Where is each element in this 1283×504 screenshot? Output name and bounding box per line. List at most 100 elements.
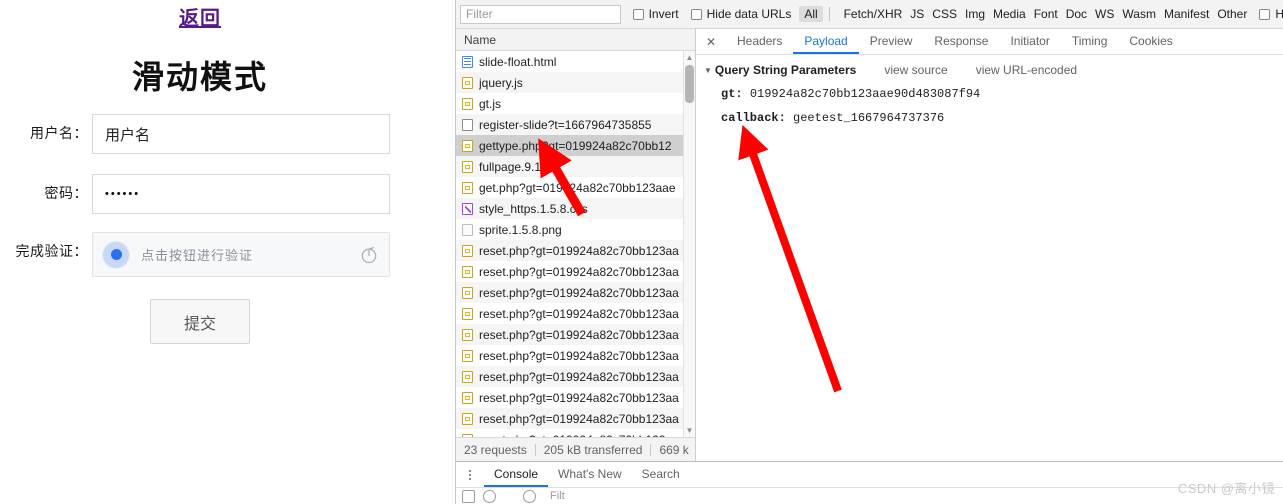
drawer-tab-whats-new[interactable]: What's New xyxy=(548,462,632,487)
tab-headers[interactable]: Headers xyxy=(726,29,793,54)
network-request-row[interactable]: reset.php?gt=019924a82c70bb123aa xyxy=(456,345,695,366)
resource-type-media[interactable]: Media xyxy=(993,7,1026,21)
summary-transferred: 205 kB transferred xyxy=(543,442,643,457)
payload-body: ▼ Query String Parameters view source vi… xyxy=(696,55,1283,125)
has-blocked-cookies-checkbox[interactable]: H xyxy=(1259,7,1283,21)
execution-context-selector[interactable] xyxy=(504,491,515,502)
tab-preview[interactable]: Preview xyxy=(859,29,924,54)
resource-type-ws[interactable]: WS xyxy=(1095,7,1114,21)
network-request-name: slide-float.html xyxy=(479,54,557,69)
js-file-icon xyxy=(462,307,473,320)
network-request-row[interactable]: reset.php?gt=019924a82c70bb123aa xyxy=(456,429,695,437)
payload-param-key: gt: xyxy=(721,87,743,101)
network-request-row[interactable]: sprite.1.5.8.png xyxy=(456,219,695,240)
network-request-row[interactable]: slide-float.html xyxy=(456,51,695,72)
network-request-row[interactable]: reset.php?gt=019924a82c70bb123aa xyxy=(456,408,695,429)
web-page-panel: 返回 滑动模式 用户名： 用户名 密码： •••••• 完成验证： 点击按钮进行… xyxy=(0,0,455,504)
network-request-name: reset.php?gt=019924a82c70bb123aa xyxy=(479,390,679,405)
scroll-down-arrow-icon[interactable]: ▼ xyxy=(684,424,695,437)
hide-data-urls-label: Hide data URLs xyxy=(706,7,792,21)
resource-type-img[interactable]: Img xyxy=(965,7,985,21)
chevron-down-icon[interactable]: ▼ xyxy=(704,66,712,75)
network-request-row[interactable]: register-slide?t=1667964735855 xyxy=(456,114,695,135)
summary-requests: 23 requests xyxy=(464,442,527,457)
network-column-header[interactable]: Name xyxy=(456,29,695,51)
captcha-prompt-text: 点击按钮进行验证 xyxy=(141,248,254,263)
clear-console-icon[interactable] xyxy=(483,489,496,503)
js-file-icon xyxy=(462,160,473,173)
network-request-name: get.php?gt=019924a82c70bb123aae xyxy=(479,180,676,195)
more-options-icon[interactable] xyxy=(462,469,478,480)
view-url-encoded-link[interactable]: view URL-encoded xyxy=(976,63,1077,77)
devtools-drawer: Console What's New Search Filt xyxy=(456,461,1283,504)
network-request-name: reset.php?gt=019924a82c70bb123aa xyxy=(479,411,679,426)
scrollbar-thumb[interactable] xyxy=(685,65,694,103)
resource-type-all[interactable]: All xyxy=(799,6,823,22)
resource-type-js[interactable]: JS xyxy=(910,7,924,21)
drawer-tab-search[interactable]: Search xyxy=(632,462,690,487)
captcha-widget[interactable]: 点击按钮进行验证 xyxy=(92,232,390,277)
js-file-icon xyxy=(462,328,473,341)
network-request-row[interactable]: gettype.php?gt=019924a82c70bb12 xyxy=(456,135,695,156)
resource-type-font[interactable]: Font xyxy=(1034,7,1058,21)
resource-type-doc[interactable]: Doc xyxy=(1066,7,1087,21)
drawer-tab-console[interactable]: Console xyxy=(484,462,549,487)
captcha-radio-icon[interactable] xyxy=(103,241,129,268)
back-link[interactable]: 返回 xyxy=(0,2,400,31)
network-list-scrollbar[interactable]: ▲ ▼ xyxy=(683,51,695,437)
resource-type-other[interactable]: Other xyxy=(1217,7,1247,21)
network-request-row[interactable]: reset.php?gt=019924a82c70bb123aa xyxy=(456,366,695,387)
tab-cookies[interactable]: Cookies xyxy=(1118,29,1183,54)
payload-param-value[interactable]: geetest_1667964737376 xyxy=(793,111,944,125)
summary-resources: 669 k xyxy=(659,442,689,457)
js-file-icon xyxy=(462,391,473,404)
resource-type-wasm[interactable]: Wasm xyxy=(1122,7,1156,21)
invert-checkbox[interactable]: Invert xyxy=(632,7,679,21)
console-filter-input[interactable]: Filt xyxy=(550,490,565,502)
js-file-icon xyxy=(462,181,473,194)
tab-payload[interactable]: Payload xyxy=(793,29,859,54)
username-input[interactable]: 用户名 xyxy=(92,114,390,154)
network-request-row[interactable]: reset.php?gt=019924a82c70bb123aa xyxy=(456,240,695,261)
network-filter-input[interactable]: Filter xyxy=(460,4,621,24)
js-file-icon xyxy=(462,139,473,152)
network-request-row[interactable]: fullpage.9.1.0. xyxy=(456,156,695,177)
resource-type-css[interactable]: CSS xyxy=(932,7,957,21)
refresh-icon[interactable] xyxy=(359,245,379,265)
scroll-up-arrow-icon[interactable]: ▲ xyxy=(684,51,695,64)
network-request-row[interactable]: get.php?gt=019924a82c70bb123aae xyxy=(456,177,695,198)
network-request-row[interactable]: reset.php?gt=019924a82c70bb123aa xyxy=(456,261,695,282)
console-settings-icon[interactable] xyxy=(523,489,536,503)
close-icon[interactable]: ✕ xyxy=(702,33,720,51)
payload-param-value[interactable]: 019924a82c70bb123aae90d483087f94 xyxy=(750,87,980,101)
hide-data-urls-checkbox[interactable]: Hide data URLs xyxy=(690,7,792,21)
network-rows-container[interactable]: slide-float.html jquery.js gt.js register-s… xyxy=(456,51,695,437)
network-request-name: gettype.php?gt=019924a82c70bb12 xyxy=(479,138,672,153)
tab-response[interactable]: Response xyxy=(923,29,999,54)
resource-type-manifest[interactable]: Manifest xyxy=(1164,7,1209,21)
submit-row: 提交 xyxy=(0,299,400,344)
network-request-row[interactable]: gt.js xyxy=(456,93,695,114)
network-request-row[interactable]: jquery.js xyxy=(456,72,695,93)
query-string-parameters-header[interactable]: ▼ Query String Parameters view source vi… xyxy=(704,63,1283,77)
payload-param-key: callback: xyxy=(721,111,786,125)
view-source-link[interactable]: view source xyxy=(884,63,947,77)
console-sidebar-icon[interactable] xyxy=(462,489,475,503)
js-file-icon xyxy=(462,349,473,362)
network-request-row[interactable]: reset.php?gt=019924a82c70bb123aa xyxy=(456,303,695,324)
resource-type-fetch-xhr[interactable]: Fetch/XHR xyxy=(844,7,903,21)
network-request-row[interactable]: reset.php?gt=019924a82c70bb123aa xyxy=(456,282,695,303)
username-row: 用户名： 用户名 xyxy=(0,114,420,154)
submit-button[interactable]: 提交 xyxy=(150,299,250,344)
tab-initiator[interactable]: Initiator xyxy=(999,29,1060,54)
network-request-name: reset.php?gt=019924a82c70bb123aa xyxy=(479,285,679,300)
tab-timing[interactable]: Timing xyxy=(1061,29,1119,54)
css-file-icon xyxy=(462,202,473,215)
js-file-icon xyxy=(462,265,473,278)
network-request-row[interactable]: reset.php?gt=019924a82c70bb123aa xyxy=(456,387,695,408)
network-request-name: gt.js xyxy=(479,96,502,111)
password-input[interactable]: •••••• xyxy=(92,174,390,214)
network-request-row[interactable]: reset.php?gt=019924a82c70bb123aa xyxy=(456,324,695,345)
network-request-row[interactable]: style_https.1.5.8.css xyxy=(456,198,695,219)
column-header-name: Name xyxy=(464,32,497,47)
